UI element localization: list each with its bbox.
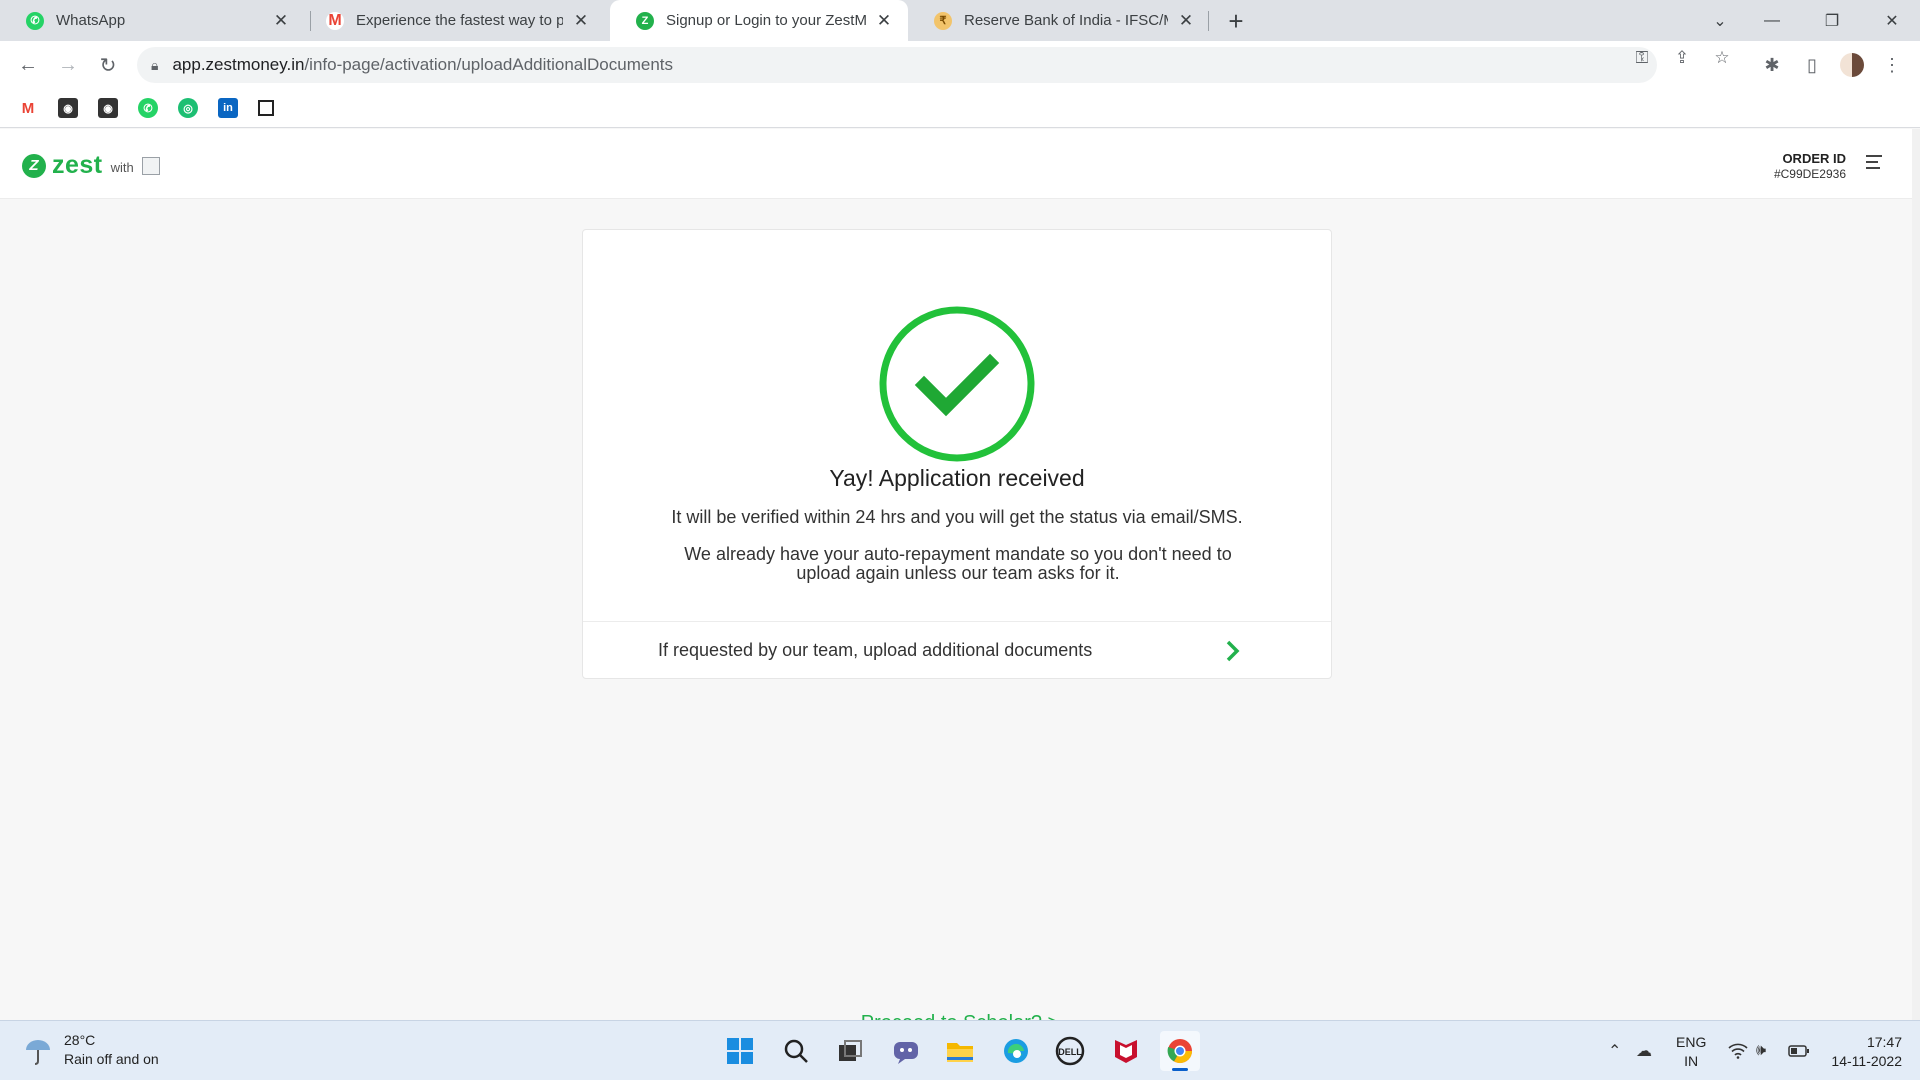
share-icon[interactable]: ⇪ bbox=[1666, 48, 1698, 68]
tab-search-chevron-icon[interactable]: ⌄ bbox=[1696, 0, 1744, 41]
region-code: IN bbox=[1684, 1053, 1699, 1069]
language-code: ENG bbox=[1676, 1034, 1707, 1050]
logo-text: zest bbox=[52, 151, 103, 179]
chevron-right-icon bbox=[1226, 640, 1240, 661]
active-app-indicator bbox=[1172, 1068, 1188, 1071]
file-explorer-icon[interactable] bbox=[940, 1031, 980, 1071]
zestmoney-icon: Z bbox=[636, 11, 654, 30]
reload-icon[interactable]: ↻ bbox=[92, 49, 124, 81]
wifi-icon[interactable] bbox=[1728, 1021, 1748, 1080]
upload-additional-documents-link[interactable]: If requested by our team, upload additio… bbox=[583, 622, 1331, 679]
close-tab-icon[interactable]: ✕ bbox=[1176, 11, 1196, 31]
zest-logo[interactable]: Z zest with bbox=[22, 151, 160, 180]
show-hidden-icons-chevron-icon[interactable]: ⌃ bbox=[1608, 1021, 1621, 1080]
extensions-puzzle-icon[interactable]: ✱ bbox=[1756, 49, 1788, 81]
mcafee-icon[interactable] bbox=[1106, 1031, 1146, 1071]
windows-start-icon[interactable] bbox=[720, 1031, 760, 1071]
page-scrollbar[interactable] bbox=[1912, 129, 1920, 1020]
whatsapp-icon: ✆ bbox=[26, 11, 44, 30]
svg-text:DELL: DELL bbox=[1058, 1047, 1082, 1057]
tab-title: WhatsApp bbox=[56, 12, 126, 29]
dell-icon[interactable]: DELL bbox=[1050, 1031, 1090, 1071]
tab-title: Reserve Bank of India - IFSC/MICR bbox=[964, 12, 1168, 29]
order-id-value: #C99DE2936 bbox=[1773, 167, 1846, 181]
close-tab-icon[interactable]: ✕ bbox=[874, 11, 894, 31]
browser-toolbar: ← → ↻ 🔒︎ app.zestmoney.in/info-page/acti… bbox=[0, 41, 1920, 89]
clock-time: 17:47 bbox=[1866, 1034, 1902, 1050]
profile-avatar-icon[interactable] bbox=[1836, 49, 1868, 81]
battery-icon[interactable] bbox=[1788, 1021, 1810, 1080]
page-content: Z zest with ORDER ID #C99DE2936 Yay! App… bbox=[0, 129, 1920, 1020]
system-clock[interactable]: 17:47 14-11-2022 bbox=[1831, 1033, 1902, 1071]
tab-separator bbox=[1208, 11, 1209, 31]
input-language-indicator[interactable]: ENG IN bbox=[1676, 1033, 1706, 1071]
teams-chat-icon[interactable] bbox=[886, 1031, 926, 1071]
mandate-message: We already have your auto-repayment mand… bbox=[684, 544, 1232, 583]
password-key-icon[interactable]: ⚿ bbox=[1626, 48, 1658, 68]
whatsapp-icon[interactable]: ✆ bbox=[138, 98, 158, 118]
address-bar[interactable]: 🔒︎ app.zestmoney.in/info-page/activation… bbox=[137, 47, 1657, 83]
status-message: It will be verified within 24 hrs and yo… bbox=[671, 507, 1243, 527]
application-status-card: Yay! Application received It will be ver… bbox=[582, 229, 1332, 679]
tab-whatsapp[interactable]: ✆ WhatsApp ✕ bbox=[0, 0, 305, 41]
tab-rbi[interactable]: ₹ Reserve Bank of India - IFSC/MICR ✕ bbox=[908, 0, 1210, 41]
chrome-menu-icon[interactable]: ⋮ bbox=[1876, 49, 1908, 81]
proceed-link[interactable]: Proceed to Scholar? > bbox=[0, 1012, 1920, 1020]
gmail-icon: M bbox=[326, 11, 344, 30]
close-tab-icon[interactable]: ✕ bbox=[571, 11, 591, 31]
zest-logo-icon: Z bbox=[22, 153, 46, 178]
tab-zestmoney[interactable]: Z Signup or Login to your ZestMoney ✕ bbox=[610, 0, 908, 41]
close-tab-icon[interactable]: ✕ bbox=[271, 11, 291, 31]
green-app-icon[interactable]: ◎ bbox=[178, 98, 198, 118]
blank-page-icon[interactable] bbox=[258, 100, 274, 116]
minimize-icon[interactable]: — bbox=[1748, 0, 1796, 41]
tab-title: Signup or Login to your ZestMoney bbox=[666, 12, 866, 29]
logo-with-text: with bbox=[110, 160, 134, 175]
task-view-icon[interactable] bbox=[830, 1031, 870, 1071]
clock-date: 14-11-2022 bbox=[1831, 1053, 1902, 1069]
site-header: Z zest with ORDER ID #C99DE2936 bbox=[0, 129, 1920, 199]
forward-arrow-icon[interactable]: → bbox=[52, 49, 84, 81]
weather-description: Rain off and on bbox=[64, 1051, 159, 1067]
url-path: /info-page/activation/uploadAdditionalDo… bbox=[304, 55, 674, 74]
search-icon[interactable] bbox=[776, 1031, 816, 1071]
gmail-icon[interactable]: M bbox=[18, 98, 38, 118]
restore-icon[interactable]: ❐ bbox=[1808, 0, 1856, 41]
new-tab-button[interactable]: + bbox=[1222, 6, 1250, 37]
lock-icon: 🔒︎ bbox=[151, 56, 159, 73]
upload-documents-label: If requested by our team, upload additio… bbox=[658, 640, 1093, 660]
bookmark-star-icon[interactable]: ☆ bbox=[1706, 48, 1738, 68]
windows-taskbar: 28°C Rain off and on DELL ⌃ ☁ ENG IN 🕪︎ bbox=[0, 1020, 1920, 1080]
bookmarks-bar: M ◉ ◉ ✆ ◎ in bbox=[0, 89, 1920, 128]
weather-widget[interactable]: 28°C Rain off and on bbox=[22, 1031, 159, 1069]
close-window-icon[interactable]: ✕ bbox=[1868, 0, 1916, 41]
order-id-label: ORDER ID bbox=[1782, 151, 1846, 166]
tab-gmail[interactable]: M Experience the fastest way to pay ✕ bbox=[300, 0, 605, 41]
linkedin-icon[interactable]: in bbox=[218, 98, 238, 118]
weather-temperature: 28°C bbox=[64, 1032, 96, 1048]
dark-shield-icon[interactable]: ◉ bbox=[98, 98, 118, 118]
rain-umbrella-icon bbox=[22, 1034, 54, 1066]
onedrive-cloud-icon[interactable]: ☁ bbox=[1636, 1021, 1652, 1080]
success-check-icon bbox=[879, 306, 1035, 462]
browser-tab-strip: ✆ WhatsApp ✕ M Experience the fastest wa… bbox=[0, 0, 1920, 41]
url-host: app.zestmoney.in bbox=[172, 55, 305, 74]
chrome-icon[interactable] bbox=[1160, 1031, 1200, 1071]
broken-partner-image-icon bbox=[141, 156, 160, 175]
tab-title: Experience the fastest way to pay bbox=[356, 12, 563, 29]
hamburger-menu-icon[interactable] bbox=[1866, 155, 1882, 169]
back-arrow-icon[interactable]: ← bbox=[12, 49, 44, 81]
order-info: ORDER ID #C99DE2936 bbox=[1774, 151, 1846, 181]
side-panel-icon[interactable]: ▯ bbox=[1796, 49, 1828, 81]
dark-shield-icon[interactable]: ◉ bbox=[58, 98, 78, 118]
volume-icon[interactable]: 🕪︎ bbox=[1756, 1021, 1766, 1080]
edge-icon[interactable] bbox=[996, 1031, 1036, 1071]
status-title: Yay! Application received bbox=[829, 465, 1085, 491]
rbi-icon: ₹ bbox=[934, 11, 952, 30]
